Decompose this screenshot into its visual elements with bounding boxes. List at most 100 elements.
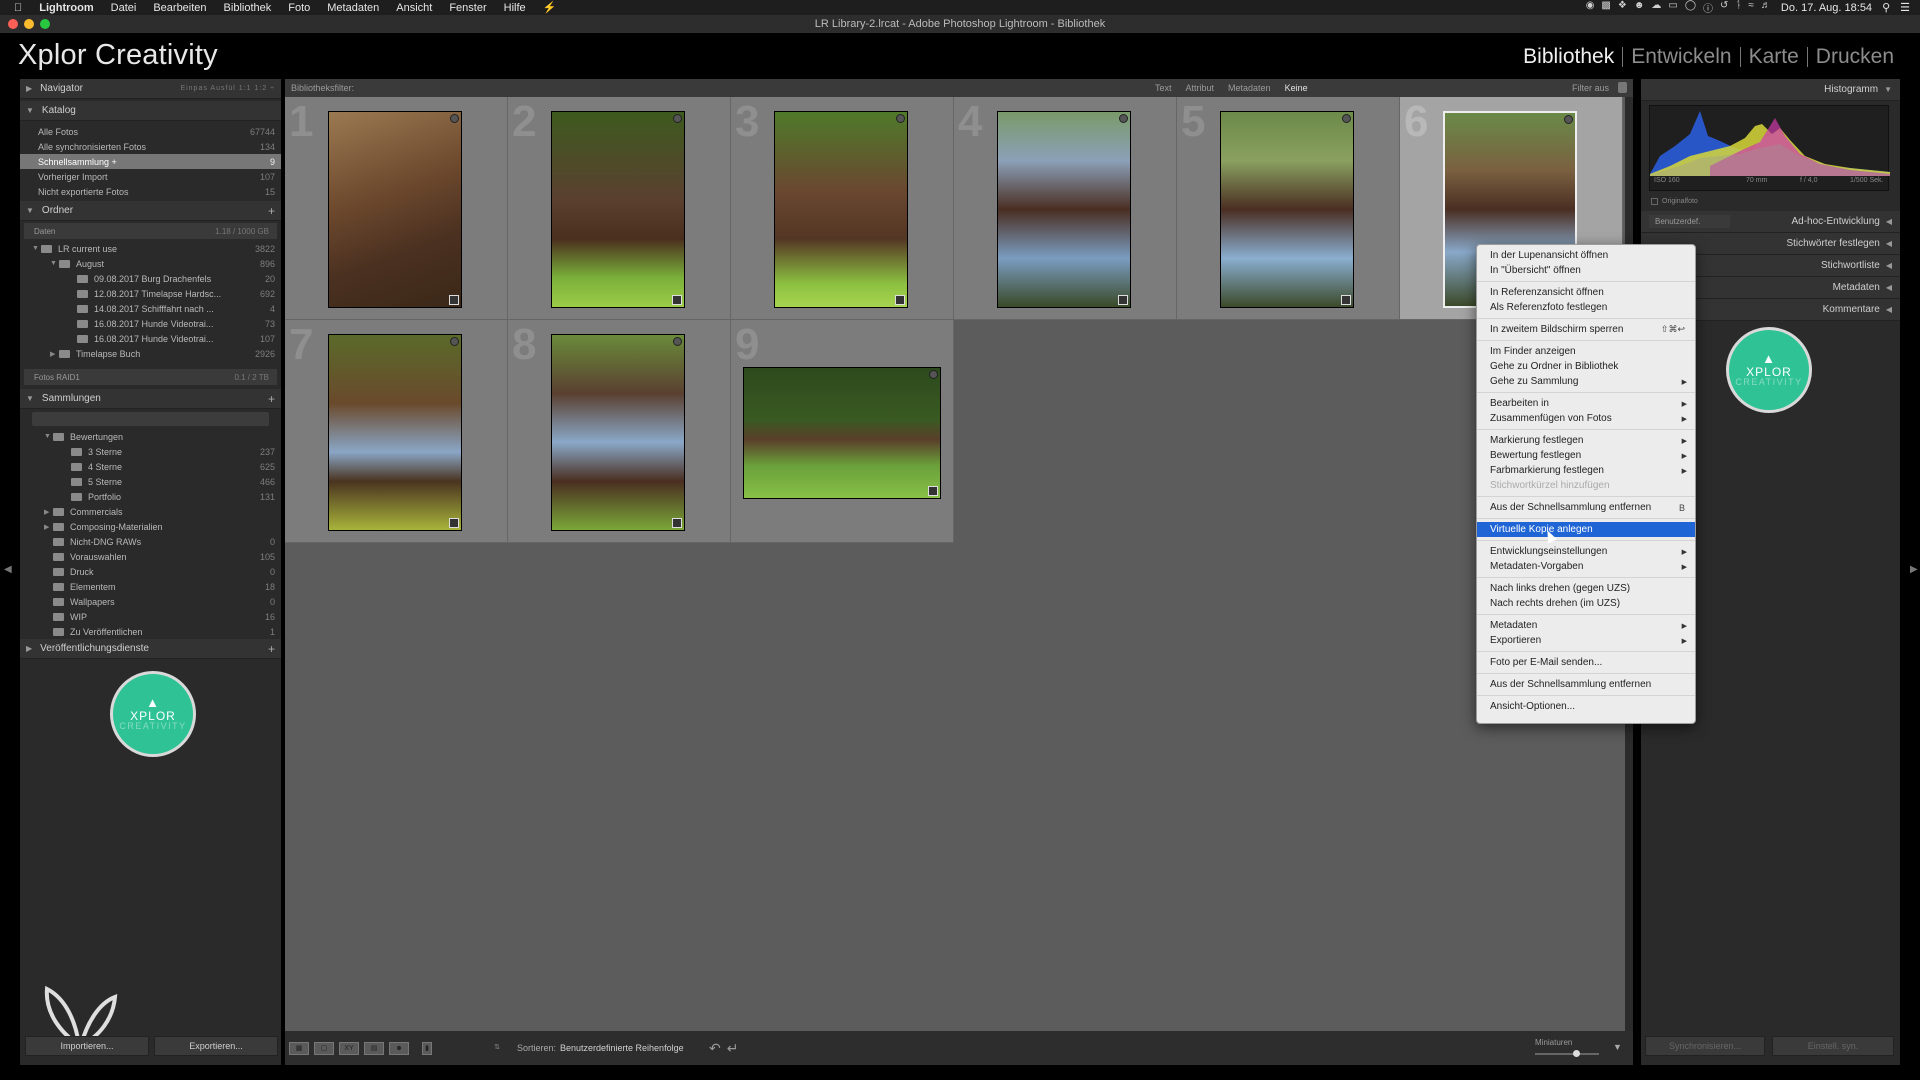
folder-row[interactable]: 14.08.2017 Schifffahrt nach ... 4 (20, 301, 281, 316)
histogram[interactable]: ISO 160 70 mm f / 4,0 1/500 Sek. (1649, 105, 1890, 191)
toolbar-options-dropdown-icon[interactable]: ▼ (1613, 1042, 1622, 1052)
collapse-triangle-icon[interactable]: ▼ (32, 245, 41, 252)
collapse-triangle-icon[interactable]: ▼ (44, 433, 53, 440)
collection-row[interactable]: Wallpapers 0 (20, 594, 281, 609)
user-icon[interactable]: ☻ (1634, 0, 1645, 15)
collection-set-row[interactable]: ▶ Commercials (20, 504, 281, 519)
add-folder-icon[interactable]: + (268, 204, 275, 218)
photo-grid[interactable]: 1 2 3 4 5 6 7 8 9 (285, 97, 1625, 1031)
context-menu-item[interactable]: Gehe zu Ordner in Bibliothek (1477, 359, 1695, 374)
edited-badge-icon[interactable] (928, 486, 938, 496)
battery-icon[interactable]: ▭ (1668, 0, 1677, 15)
folder-row[interactable]: 16.08.2017 Hunde Videotrai... 73 (20, 316, 281, 331)
pick-flag-icon[interactable] (1564, 115, 1573, 124)
rotate-arrows-icon[interactable]: ↶↵ (709, 1040, 744, 1057)
module-karte[interactable]: Karte (1741, 45, 1807, 69)
catalog-item-all-photos[interactable]: Alle Fotos 67744 (20, 124, 281, 139)
context-menu-item[interactable]: Als Referenzfoto festlegen (1477, 300, 1695, 315)
loupe-view-icon[interactable]: ▢ (314, 1042, 334, 1055)
info-icon[interactable]: ⓘ (1703, 0, 1713, 15)
photo-thumbnail[interactable] (551, 334, 685, 531)
context-menu-item[interactable]: Farbmarkierung festlegen ▶ (1477, 463, 1695, 478)
identity-plate[interactable]: Xplor Creativity (18, 39, 218, 72)
navigator-header[interactable]: ▶ Navigator Einpas Ausfül 1:1 1:2 ÷ (20, 79, 281, 99)
grid-cell[interactable]: 8 (508, 320, 731, 543)
grid-cell[interactable]: 2 (508, 97, 731, 320)
context-menu-item[interactable]: In Referenzansicht öffnen (1477, 285, 1695, 300)
collapse-triangle-icon[interactable]: ▼ (50, 260, 59, 267)
context-menu-item[interactable]: Aus der Schnellsammlung entfernen B (1477, 500, 1695, 515)
pick-flag-icon[interactable] (450, 337, 459, 346)
context-menu-item[interactable]: Aus der Schnellsammlung entfernen (1477, 677, 1695, 692)
collections-header[interactable]: ▼ Sammlungen + (20, 389, 281, 409)
expand-triangle-icon[interactable]: ▶ (50, 350, 59, 358)
grid-cell[interactable]: 4 (954, 97, 1177, 320)
import-button[interactable]: Importieren... (25, 1036, 149, 1056)
spotlight-icon[interactable]: ⚲ (1882, 1, 1890, 14)
menu-hilfe[interactable]: Hilfe (504, 2, 526, 14)
collection-row[interactable]: Druck 0 (20, 564, 281, 579)
grid-view-icon[interactable]: ▦ (289, 1042, 309, 1055)
context-menu-item[interactable]: In "Übersicht" öffnen (1477, 263, 1695, 278)
catalog-header[interactable]: ▼ Katalog (20, 101, 281, 121)
thumbnail-size-slider[interactable] (1535, 1053, 1599, 1055)
add-publish-service-icon[interactable]: + (268, 642, 275, 656)
photo-thumbnail[interactable] (1220, 111, 1354, 308)
collection-row[interactable]: Zu Veröffentlichen 1 (20, 624, 281, 639)
record-icon[interactable]: ◉ (1586, 0, 1595, 15)
pick-flag-icon[interactable] (1342, 114, 1351, 123)
sync-settings-button[interactable]: Einstell. syn. (1772, 1036, 1894, 1056)
menu-ansicht[interactable]: Ansicht (396, 2, 432, 14)
pick-flag-icon[interactable] (1119, 114, 1128, 123)
menu-fenster[interactable]: Fenster (449, 2, 486, 14)
dropbox-icon[interactable]: ❖ (1618, 0, 1627, 15)
grid-cell[interactable]: 5 (1177, 97, 1400, 320)
context-menu-item[interactable]: In der Lupenansicht öffnen (1477, 248, 1695, 263)
volume-icon[interactable]: ♬ (1761, 0, 1771, 15)
catalog-item-synced[interactable]: Alle synchronisierten Fotos 134 (20, 139, 281, 154)
catalog-item-not-exported[interactable]: Nicht exportierte Fotos 15 (20, 184, 281, 199)
context-menu-item[interactable]: Exportieren ▶ (1477, 633, 1695, 648)
collection-set-row[interactable]: ▶ Composing-Materialien (20, 519, 281, 534)
histogram-header[interactable]: Histogramm ▼ (1641, 79, 1900, 101)
folder-row[interactable]: 12.08.2017 Timelapse Hardsc... 692 (20, 286, 281, 301)
circle-icon[interactable]: ◯ (1685, 0, 1696, 15)
navigator-zoom-options[interactable]: Einpas Ausfül 1:1 1:2 ÷ (180, 85, 275, 92)
context-menu-item[interactable]: Nach links drehen (gegen UZS) (1477, 581, 1695, 596)
photo-thumbnail[interactable] (743, 367, 941, 499)
module-entwickeln[interactable]: Entwickeln (1623, 45, 1739, 69)
folder-row[interactable]: ▼ LR current use 3822 (20, 241, 281, 256)
menubar-clock[interactable]: Do. 17. Aug. 18:54 (1781, 2, 1872, 14)
collection-row[interactable]: 5 Sterne 466 (20, 474, 281, 489)
context-menu-item[interactable]: Markierung festlegen ▶ (1477, 433, 1695, 448)
photo-thumbnail[interactable] (328, 334, 462, 531)
menu-foto[interactable]: Foto (288, 2, 310, 14)
edited-badge-icon[interactable] (672, 295, 682, 305)
quick-develop-preset-dropdown[interactable]: Benutzerdef. (1649, 215, 1731, 228)
lock-icon[interactable] (1618, 82, 1627, 93)
volume-daten[interactable]: Daten 1.18 / 1000 GB (24, 223, 277, 239)
photo-thumbnail[interactable] (997, 111, 1131, 308)
synchronize-button[interactable]: Synchronisieren... (1645, 1036, 1765, 1056)
sort-order-dropdown[interactable]: Benutzerdefinierte Reihenfolge (560, 1043, 684, 1053)
sort-direction-icon[interactable]: ⇅ (485, 1042, 509, 1055)
context-menu-item[interactable]: In zweitem Bildschirm sperren ⇧⌘↩ (1477, 322, 1695, 337)
menu-datei[interactable]: Datei (111, 2, 137, 14)
expand-triangle-icon[interactable]: ▶ (44, 523, 53, 531)
catalog-item-previous-import[interactable]: Vorheriger Import 107 (20, 169, 281, 184)
menu-bibliothek[interactable]: Bibliothek (224, 2, 272, 14)
menu-app-lightroom[interactable]: Lightroom (39, 2, 93, 14)
thumbnail-size-knob[interactable] (1573, 1050, 1580, 1057)
folder-row[interactable]: 16.08.2017 Hunde Videotrai... 107 (20, 331, 281, 346)
folder-row[interactable]: ▼ August 896 (20, 256, 281, 271)
survey-view-icon[interactable]: ▤ (364, 1042, 384, 1055)
catalog-item-quick-collection[interactable]: Schnellsammlung + 9 (20, 154, 281, 169)
collection-row[interactable]: 3 Sterne 237 (20, 444, 281, 459)
time-machine-icon[interactable]: ↺ (1720, 0, 1728, 15)
stack-icon[interactable]: ▩ (1601, 0, 1610, 15)
filter-metadata[interactable]: Metadaten (1228, 83, 1271, 93)
context-menu-item[interactable]: Im Finder anzeigen (1477, 344, 1695, 359)
collection-row[interactable]: WIP 16 (20, 609, 281, 624)
edited-badge-icon[interactable] (1341, 295, 1351, 305)
left-panel-toggle-icon[interactable]: ◀ (4, 564, 12, 575)
